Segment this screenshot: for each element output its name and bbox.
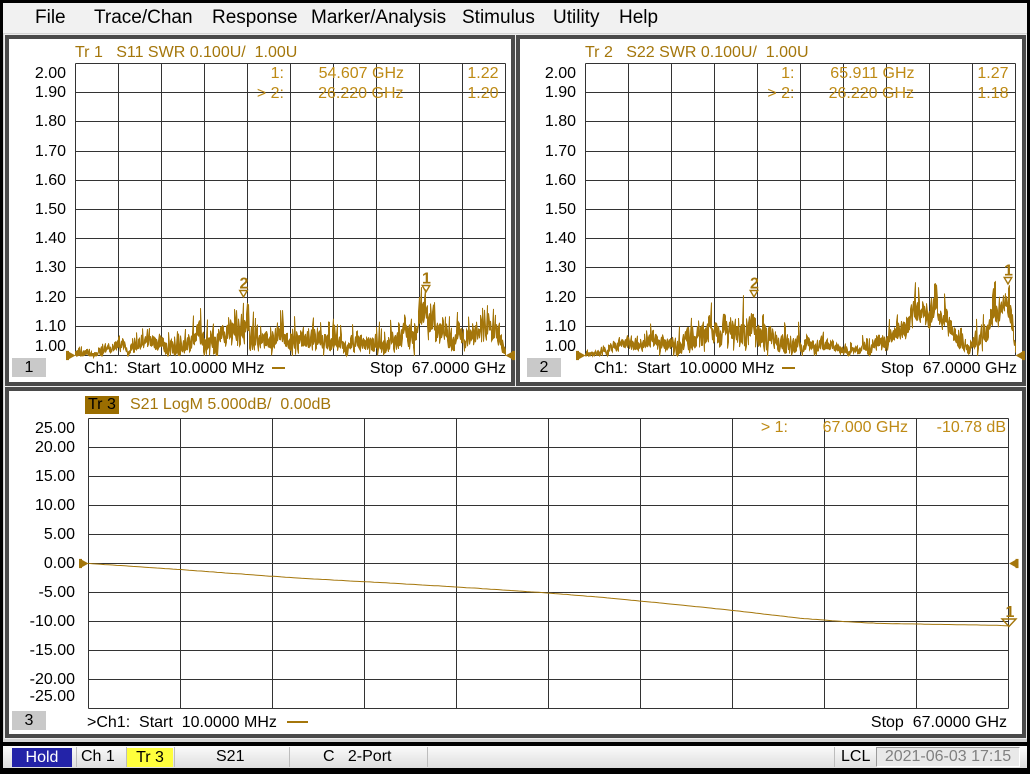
svg-text:1: 1	[1004, 263, 1013, 280]
svg-text:2: 2	[750, 276, 759, 293]
svg-text:1: 1	[1006, 604, 1015, 621]
svg-text:1: 1	[422, 271, 431, 288]
svg-text:2: 2	[240, 276, 249, 293]
